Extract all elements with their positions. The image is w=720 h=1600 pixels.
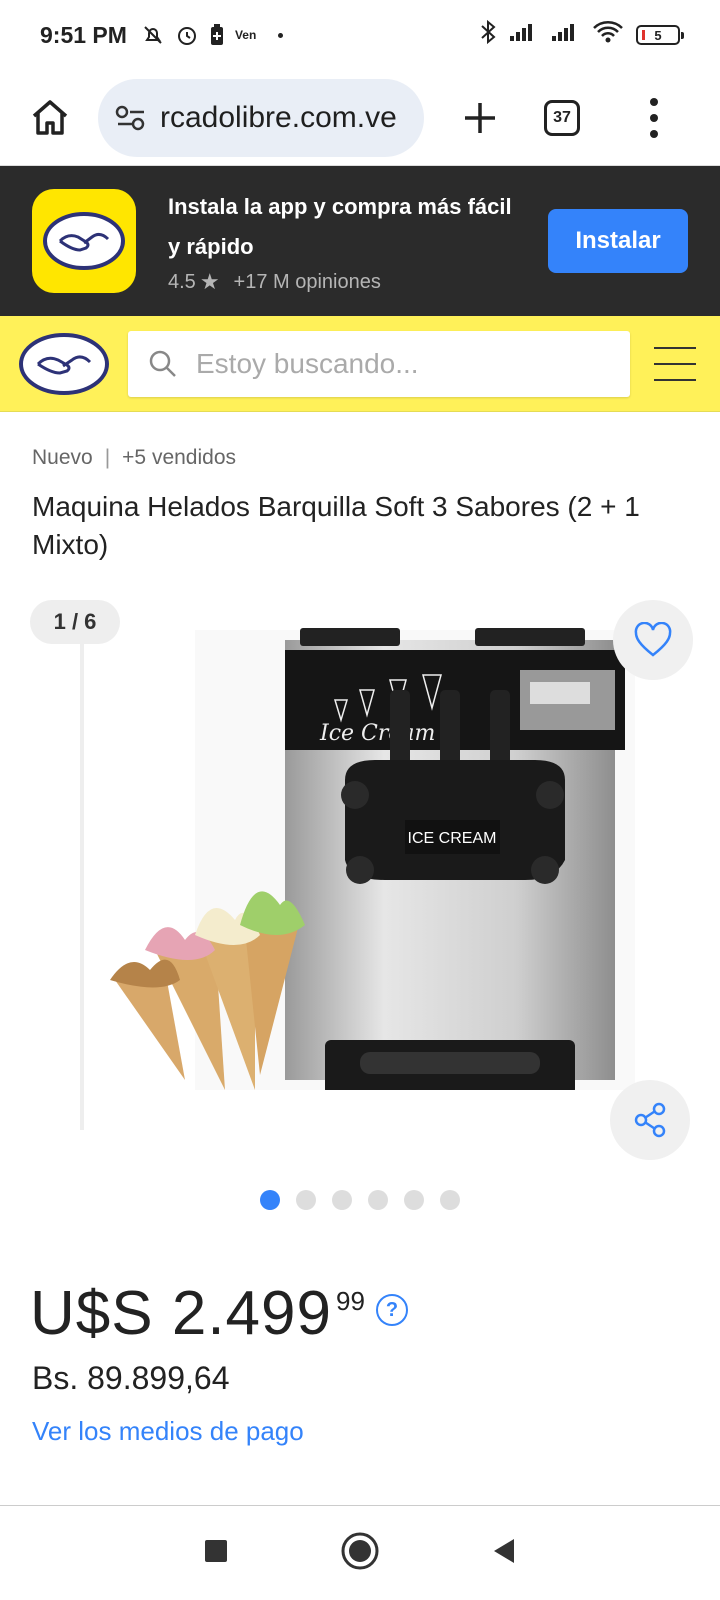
app-install-banner: Instala la app y compra más fácil y rápi… [0,166,720,316]
pagination-dot[interactable] [440,1190,460,1210]
battery-saver-icon [209,23,225,47]
machine-script-text: Ice Cream [319,721,435,746]
product-title: Maquina Helados Barquilla Soft 3 Sabores… [32,491,640,560]
more-menu-button[interactable] [644,97,664,138]
product-gallery[interactable]: 1 / 6 Ice Cream ICE CREAM [0,590,720,1160]
battery-icon: 5 [636,25,684,45]
review-count: +17 M opiniones [233,270,381,293]
product-condition: Nuevo | +5 vendidos [32,446,237,469]
price-main: U$S 2.499 [30,1279,332,1348]
carrier-label: Ven [234,28,257,42]
mercadolibre-logo[interactable] [18,332,110,396]
circle-icon [341,1532,379,1569]
site-header [0,316,720,412]
search-input[interactable] [196,347,596,380]
star-icon: ★ [199,269,220,294]
home-icon [32,99,68,135]
gallery-pagination [260,1190,460,1210]
square-icon [205,1539,227,1562]
status-bar: 9:51 PM Ven 5 [0,0,720,70]
gallery-divider [80,640,84,1130]
sold-count: +5 vendidos [122,446,237,469]
machine-label-text: ICE CREAM [408,830,497,847]
app-banner-title: Instala la app y compra más fácil y rápi… [168,194,512,259]
rating-value: 4.5 [168,270,196,293]
pagination-dot[interactable] [332,1190,352,1210]
signal-icon [508,21,538,49]
pagination-dot[interactable] [260,1190,280,1210]
app-logo [32,189,136,293]
price-cents: 99 [336,1286,365,1316]
system-nav-bar [0,1506,720,1600]
browser-toolbar: rcadolibre.com.ve 37 [0,70,720,166]
share-icon [634,1102,666,1138]
pagination-dot[interactable] [368,1190,388,1210]
url-text: rcadolibre.com.ve [160,100,397,134]
signal-icon-2 [550,21,580,49]
alarm-icon [175,23,199,47]
pagination-dot[interactable] [296,1190,316,1210]
search-box[interactable] [128,330,630,397]
payment-methods-link[interactable]: Ver los medios de pago [32,1416,304,1447]
price-local-currency: Bs. 89.899,64 [32,1360,230,1396]
bluetooth-icon [480,19,496,51]
help-icon[interactable]: ? [376,1294,408,1326]
bell-muted-icon [141,23,165,47]
heart-icon [634,622,672,657]
install-button[interactable]: Instalar [548,209,688,273]
pagination-dot[interactable] [404,1190,424,1210]
search-icon [149,350,176,377]
address-bar[interactable]: rcadolibre.com.ve [98,78,424,157]
home-nav-button[interactable] [340,1531,380,1576]
tab-switcher-button[interactable]: 37 [544,99,580,136]
notification-dot-icon [278,32,284,38]
site-settings-icon [115,105,145,130]
hamburger-menu-button[interactable] [654,346,696,381]
back-triangle-icon [494,1538,514,1563]
favorite-button[interactable] [613,600,693,680]
back-button[interactable] [490,1536,518,1571]
condition-label: Nuevo [32,446,93,469]
status-time: 9:51 PM [40,21,127,48]
new-tab-button[interactable] [454,92,506,144]
wifi-icon [592,20,624,50]
app-rating: 4.5 ★ +17 M opiniones [168,269,528,295]
product-image[interactable]: Ice Cream ICE CREAM [105,620,645,1090]
home-button[interactable] [24,92,76,144]
plus-icon [465,102,495,133]
share-button[interactable] [610,1080,690,1160]
price: U$S 2.499 99 [30,1282,365,1346]
recents-button[interactable] [202,1537,230,1570]
